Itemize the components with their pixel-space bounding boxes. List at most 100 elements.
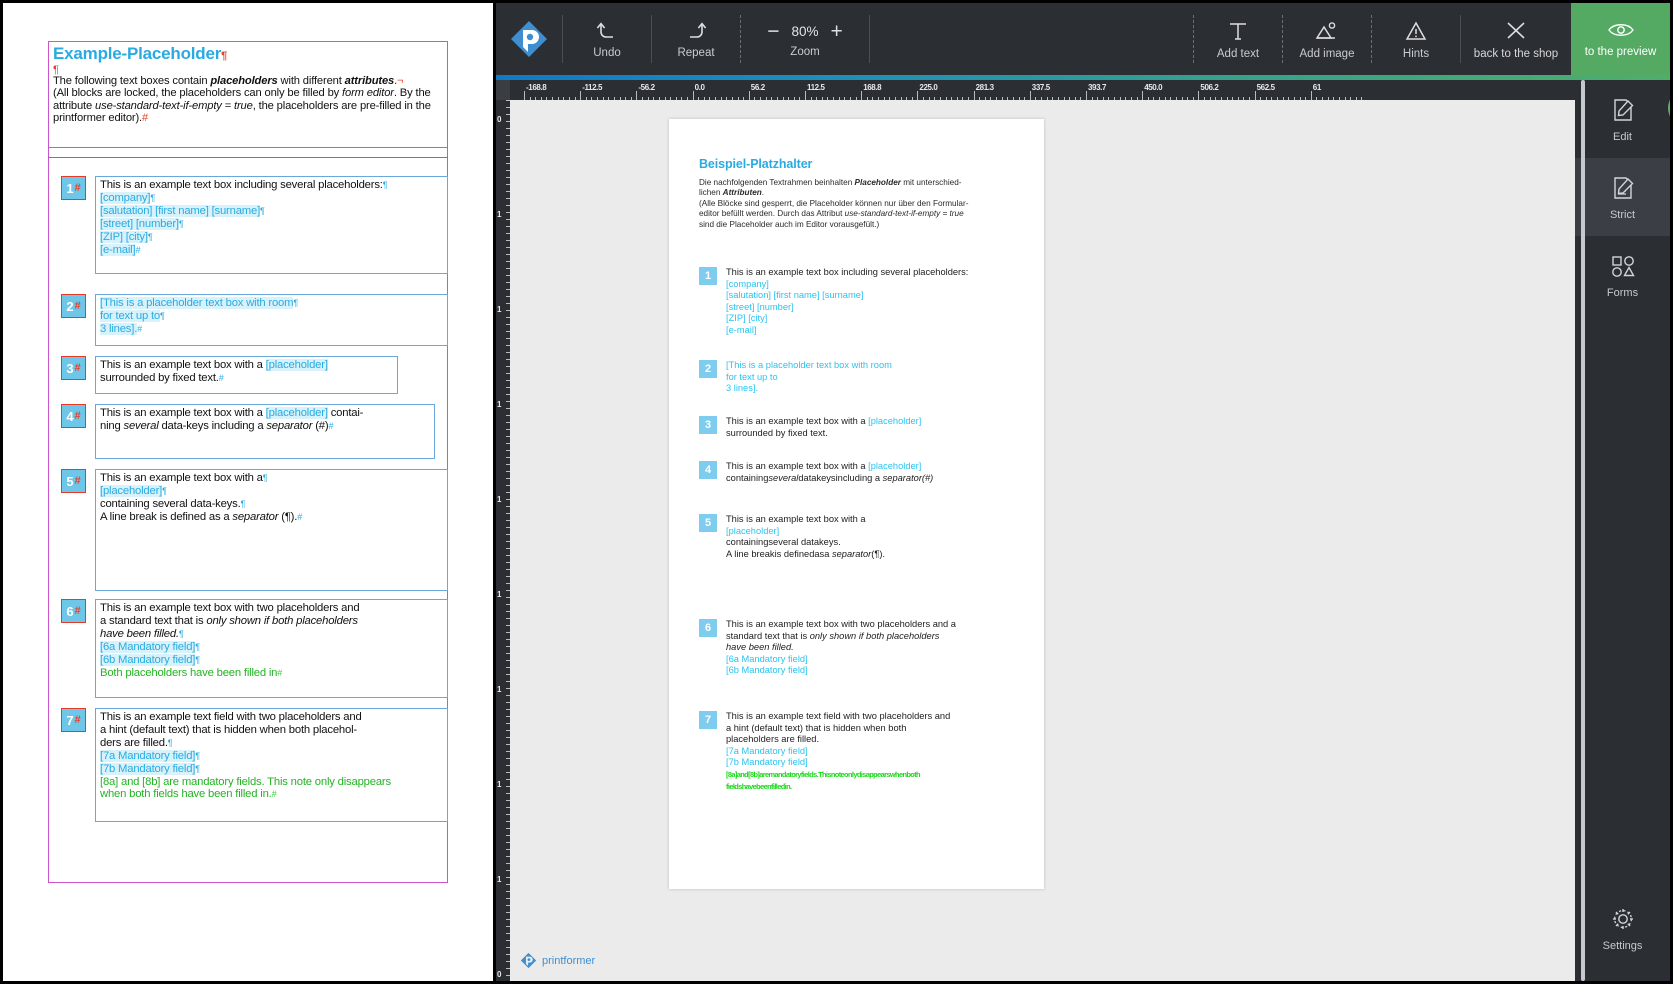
intro-seg: . — [761, 188, 765, 198]
repeat-button[interactable]: Repeat — [652, 3, 740, 75]
intro-seg: lichen — [699, 188, 723, 198]
intro-seg: (Alle Blöcke sind gesperrt, die Placehol… — [699, 198, 969, 208]
hash-icon: # — [74, 362, 81, 374]
ruler-tick-mark — [917, 91, 919, 100]
preview-item-6: 6 This is an example text box with two p… — [699, 619, 956, 677]
placeholder-text: [salutation] [first name] [surname] — [726, 290, 864, 301]
rail-scrollbar[interactable] — [1581, 80, 1585, 981]
line-text: This is an example text box with two pla… — [100, 602, 360, 614]
line-text: This is an example text field with two p… — [726, 711, 951, 721]
add-image-button[interactable]: Add image — [1283, 3, 1371, 75]
hash-icon: # — [74, 714, 81, 726]
ruler-tick-label: 168.8 — [863, 83, 882, 92]
ruler-tick-mark — [1142, 91, 1144, 100]
pilcrow-icon: ¶ — [178, 628, 184, 639]
line-text: This is an example text box with two pla… — [726, 619, 956, 629]
add-text-button[interactable]: Add text — [1194, 3, 1282, 75]
line-text: A line break is defined as a — [100, 510, 233, 523]
ruler-tick-label: 0 — [497, 970, 502, 979]
placeholder-text: [e-mail] — [726, 324, 757, 335]
ruler-tick-mark — [1086, 91, 1087, 100]
line-em: separator — [831, 548, 872, 559]
rail-item-strict[interactable]: Strict — [1575, 158, 1670, 236]
indesign-document-pane: Example-Placeholder¶ ¶ The following tex… — [0, 0, 496, 984]
rail-item-edit[interactable]: Edit — [1575, 80, 1670, 158]
ruler-tick-label: 1 — [497, 590, 502, 599]
line-text: This is an example text box including se… — [726, 267, 969, 277]
rail-item-settings[interactable]: Settings — [1575, 889, 1670, 967]
box-marker-1: 1 # — [61, 176, 86, 200]
to-preview-button[interactable]: to the preview — [1571, 3, 1670, 75]
horizontal-ruler[interactable]: -168.8 -112.5 -56.2 0.0 56.2 112.5 168.8 225.0 2… — [496, 80, 1670, 100]
line-text: standard text that is — [726, 630, 810, 641]
line-text: This is an example text box with a — [100, 472, 263, 484]
line-text: (¶). — [871, 548, 886, 559]
rail-item-label: Edit — [1613, 130, 1632, 143]
ruler-tick-label: 0 — [497, 115, 502, 124]
preview-item-number: 4 — [699, 461, 717, 479]
preview-item-2: 2 [This is a placeholder text box with r… — [699, 360, 892, 395]
hash-icon: # — [328, 420, 334, 431]
edit-icon — [1613, 98, 1633, 121]
line-text: a hint (default text) that is hidden whe… — [100, 723, 357, 736]
placeholder-text: [e-mail] — [100, 243, 136, 256]
ruler-tick-label: -168.8 — [526, 83, 547, 92]
document-header-block: Example-Placeholder¶ ¶ The following tex… — [48, 41, 448, 148]
pilcrow-icon: ¶ — [195, 763, 200, 774]
line-em: have been filled. — [726, 642, 794, 653]
return-mark-icon: ¬ — [397, 75, 404, 87]
preview-item-number: 2 — [699, 360, 717, 378]
ruler-tick-label: 1 — [497, 875, 502, 884]
zoom-in-button[interactable]: + — [831, 21, 843, 42]
intro-seg-em: use-standard-text-if-empty = true — [844, 209, 964, 219]
vertical-ruler[interactable]: 0 1 1 1 1 1 1 1 1 0 — [496, 100, 510, 981]
strict-icon — [1613, 176, 1633, 199]
preview-item-4: 4 This is an example text box with a [pl… — [699, 461, 933, 484]
preview-item-number: 5 — [699, 514, 717, 532]
document-page-preview[interactable]: Beispiel-Platzhalter Die nachfolgenden T… — [669, 119, 1044, 889]
ruler-tick-mark — [861, 91, 863, 100]
hash-icon: # — [74, 410, 81, 422]
preview-item-text: This is an example text box with a [plac… — [726, 514, 885, 560]
line-text: datakeys — [798, 472, 836, 483]
pilcrow-icon: ¶ — [195, 654, 200, 665]
placeholder-text: [placeholder] — [265, 359, 328, 371]
hints-button[interactable]: Hints — [1372, 3, 1460, 75]
hdr-seg: The following text boxes contain — [53, 75, 211, 87]
rail-item-label: Settings — [1602, 939, 1643, 952]
doc-textbox-6[interactable]: This is an example text box with two pla… — [95, 599, 448, 698]
hash-icon: # — [297, 511, 302, 522]
doc-textbox-1[interactable]: This is an example text box including se… — [95, 176, 448, 274]
doc-textbox-7[interactable]: This is an example text field with two p… — [95, 708, 448, 822]
pilcrow-icon: ¶ — [150, 192, 155, 203]
pilcrow-icon: ¶ — [147, 231, 153, 242]
undo-button[interactable]: Undo — [563, 3, 651, 75]
back-to-shop-button[interactable]: back to the shop — [1461, 3, 1571, 75]
preview-item-text: This is an example text box with two pla… — [726, 619, 956, 677]
top-toolbar: Undo Repeat − 80% + Zoom Add text Add im… — [496, 3, 1670, 75]
zoom-out-button[interactable]: − — [767, 21, 779, 42]
doc-textbox-2[interactable]: [This is a placeholder text box with roo… — [95, 294, 448, 346]
doc-textbox-4[interactable]: This is an example text box with a [plac… — [95, 404, 435, 459]
pilcrow-icon: ¶ — [178, 218, 184, 229]
doc-textbox-5[interactable]: This is an example text box with a¶ [pla… — [95, 469, 448, 591]
marker-number: 3 — [66, 360, 74, 376]
ruler-tick-mark — [1254, 91, 1256, 100]
printformer-logo-icon[interactable] — [496, 3, 562, 75]
rail-item-forms[interactable]: Forms — [1575, 236, 1670, 314]
ruler-tick-mark — [692, 91, 694, 100]
placeholder-text: [placeholder] — [726, 525, 780, 536]
doc-textbox-3[interactable]: This is an example text box with a [plac… — [95, 356, 398, 394]
placeholder-text: 3 lines]. — [726, 383, 759, 394]
placeholder-text: for text up to — [726, 371, 778, 382]
intro-seg: sind die Placeholder auch im Editor vora… — [699, 219, 880, 229]
pilcrow-icon: ¶ — [221, 50, 228, 62]
line-text: This is an example text box with a — [726, 461, 869, 471]
placeholder-text: [This is a placeholder text box with roo… — [726, 360, 892, 370]
line-text: containing — [726, 472, 769, 483]
placeholder-text: [company] — [726, 278, 769, 289]
ruler-tick-label: 450.0 — [1144, 83, 1163, 92]
undo-label: Undo — [593, 46, 621, 59]
editor-canvas[interactable]: Beispiel-Platzhalter Die nachfolgenden T… — [510, 100, 1670, 981]
